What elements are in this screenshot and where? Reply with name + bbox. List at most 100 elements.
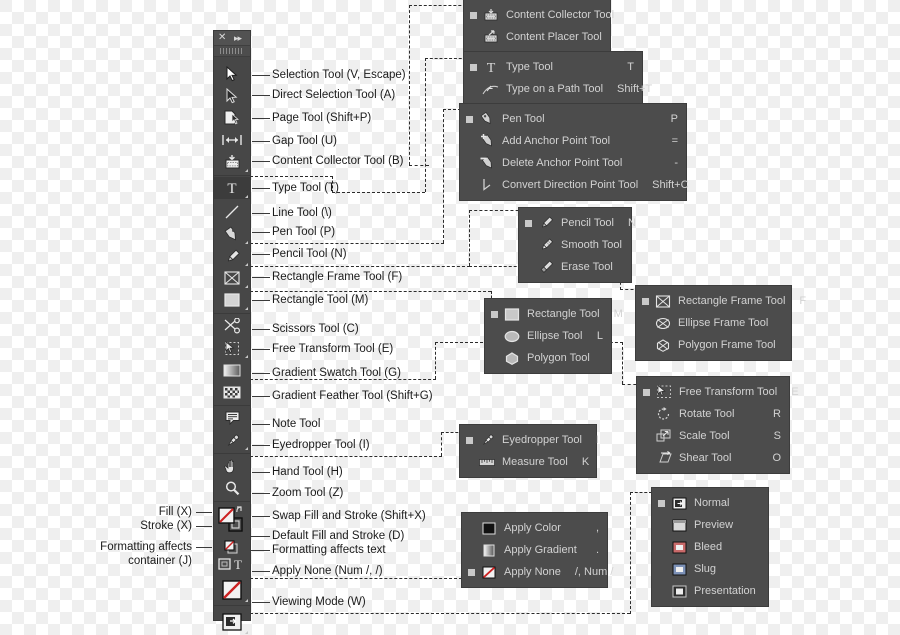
flyout-rectangle[interactable]: Rectangle Tool M Ellipse Tool L Polygon … [485,299,623,373]
tool-apply-none[interactable] [214,577,250,603]
tool-zoom[interactable] [214,477,250,499]
active-bullet [466,436,473,444]
flyout-item[interactable]: Apply None /, Num / [462,561,613,583]
active-bullet [642,297,649,305]
tool-content-collector[interactable] [214,151,250,173]
flyout-item[interactable]: Erase Tool [519,256,631,278]
flyout-pen[interactable]: Pen Tool P Add Anchor Point Tool = Delet… [460,104,689,200]
type-icon: T [481,58,501,76]
tool-scissors[interactable] [214,315,250,337]
tools-panel[interactable]: ✕ ▸▸ T T [214,31,250,634]
flyout-item-shortcut: Shift+C [652,179,689,191]
flyout-item[interactable]: Ellipse Frame Tool [636,312,791,334]
label-scissors-tool: Scissors Tool (C) [272,323,359,335]
flyout-item[interactable]: Rectangle Frame Tool F [636,290,806,312]
guide-line [250,243,444,244]
flyout-item[interactable]: Apply Gradient . [462,539,607,561]
flyout-item[interactable]: Content Collector Tool [464,4,614,26]
leader-line [252,95,270,96]
flyout-item[interactable]: Slug [652,558,768,580]
flyout-item[interactable]: Shear Tool O [637,447,789,469]
tool-rectangle[interactable] [214,289,250,311]
flyout-item[interactable]: Polygon Frame Tool [636,334,791,356]
flyout-item-label: Type Tool [506,61,553,73]
tool-selection[interactable] [214,63,250,85]
smooth-icon [536,236,556,254]
flyout-item-label: Slug [694,563,717,575]
panel-grip[interactable] [214,46,250,57]
close-icon[interactable]: ✕ [218,32,226,44]
flyout-frame[interactable]: Rectangle Frame Tool F Ellipse Frame Too… [636,286,806,360]
flyout-item[interactable]: Smooth Tool [519,234,631,256]
leader-line [252,118,270,119]
flyout-item[interactable]: Add Anchor Point Tool = [460,130,686,152]
flyout-item[interactable]: Ellipse Tool L [485,325,611,347]
tool-gap[interactable] [214,129,250,151]
convert-direction-icon [477,176,497,194]
flyout-item-label: Add Anchor Point Tool [502,135,611,147]
tool-gradient-feather[interactable] [214,381,250,403]
flyout-item-label: Polygon Tool [527,352,590,364]
flyout-item[interactable]: Preview [652,514,768,536]
flyout-item[interactable]: Pen Tool P [460,108,686,130]
leader-line-left [196,512,212,513]
tool-free-transform[interactable] [214,337,250,359]
tool-rectangle-frame[interactable] [214,267,250,289]
tool-default-fill-stroke[interactable] [214,539,250,555]
flyout-item[interactable]: Convert Direction Point Tool Shift+C [460,174,689,196]
flyout-item[interactable]: Bleed [652,536,768,558]
flyout-item[interactable]: Presentation [652,580,768,602]
label-pencil-tool: Pencil Tool (N) [272,248,347,260]
tool-line[interactable] [214,201,250,223]
tool-page[interactable] [214,107,250,129]
leader-line [252,277,270,278]
flyout-transform[interactable]: Free Transform Tool E Rotate Tool R Scal… [637,377,799,473]
tool-pen[interactable] [214,223,250,245]
presentation-icon [669,582,689,600]
flyout-item[interactable]: Eyedropper Tool I [460,429,599,451]
flyout-pencil[interactable]: Pencil Tool N Smooth Tool Erase Tool [519,208,636,282]
flyout-item[interactable]: Apply Color , [462,517,607,539]
flyout-content-collector[interactable]: Content Collector Tool Content Placer To… [464,0,614,52]
collapse-icon[interactable]: ▸▸ [234,33,242,43]
guide-line [250,176,333,177]
slug-icon [669,560,689,578]
flyout-item[interactable]: Rotate Tool R [637,403,789,425]
flyout-item[interactable]: Normal [652,492,768,514]
flyout-item-shortcut: Shift+T [617,83,653,95]
flyout-item[interactable]: Polygon Tool [485,347,611,369]
tool-hand[interactable] [214,455,250,477]
leader-line [252,75,270,76]
flyout-item-label: Measure Tool [502,456,568,468]
tool-viewing-mode[interactable] [214,609,250,635]
flyout-viewing-mode[interactable]: Normal Preview Bleed Slug Presentation [652,488,768,606]
flyout-item[interactable]: Rectangle Tool M [485,303,623,325]
rotate-icon [654,405,674,423]
flyout-item[interactable]: Delete Anchor Point Tool - [460,152,686,174]
flyout-item[interactable]: Type on a Path Tool Shift+T [464,78,652,100]
tool-formatting-affects[interactable]: T [214,555,250,573]
flyout-item[interactable]: Content Placer Tool [464,26,610,48]
tool-gradient-swatch[interactable] [214,359,250,381]
flyout-type[interactable]: T Type Tool T Type on a Path Tool Shift+… [464,52,652,104]
flyout-item-label: Content Collector Tool [506,9,615,21]
flyout-item[interactable]: Scale Tool S [637,425,789,447]
flyout-eyedropper[interactable]: Eyedropper Tool I Measure Tool K [460,425,599,477]
flyout-item[interactable]: Free Transform Tool E [637,381,799,403]
flyout-item[interactable]: Pencil Tool N [519,212,636,234]
label-rectangle-frame-tool: Rectangle Frame Tool (F) [272,271,403,283]
guide-line [409,5,410,165]
tool-fill-stroke[interactable] [214,503,250,539]
flyout-item[interactable]: T Type Tool T [464,56,642,78]
tool-direct-selection[interactable] [214,85,250,107]
tool-eyedropper[interactable] [214,429,250,451]
label-type-tool: Type Tool (T) [272,182,339,194]
tool-pencil[interactable] [214,245,250,267]
illustration-canvas: ✕ ▸▸ T T Selection Tool (V, Escape) Dire… [0,0,900,634]
flyout-item-label: Bleed [694,541,723,553]
flyout-item[interactable]: Measure Tool K [460,451,596,473]
tool-type[interactable]: T [214,177,250,199]
flyout-item-label: Smooth Tool [561,239,622,251]
tool-note[interactable] [214,407,250,429]
flyout-apply[interactable]: Apply Color , Apply Gradient . Apply Non… [462,513,613,587]
